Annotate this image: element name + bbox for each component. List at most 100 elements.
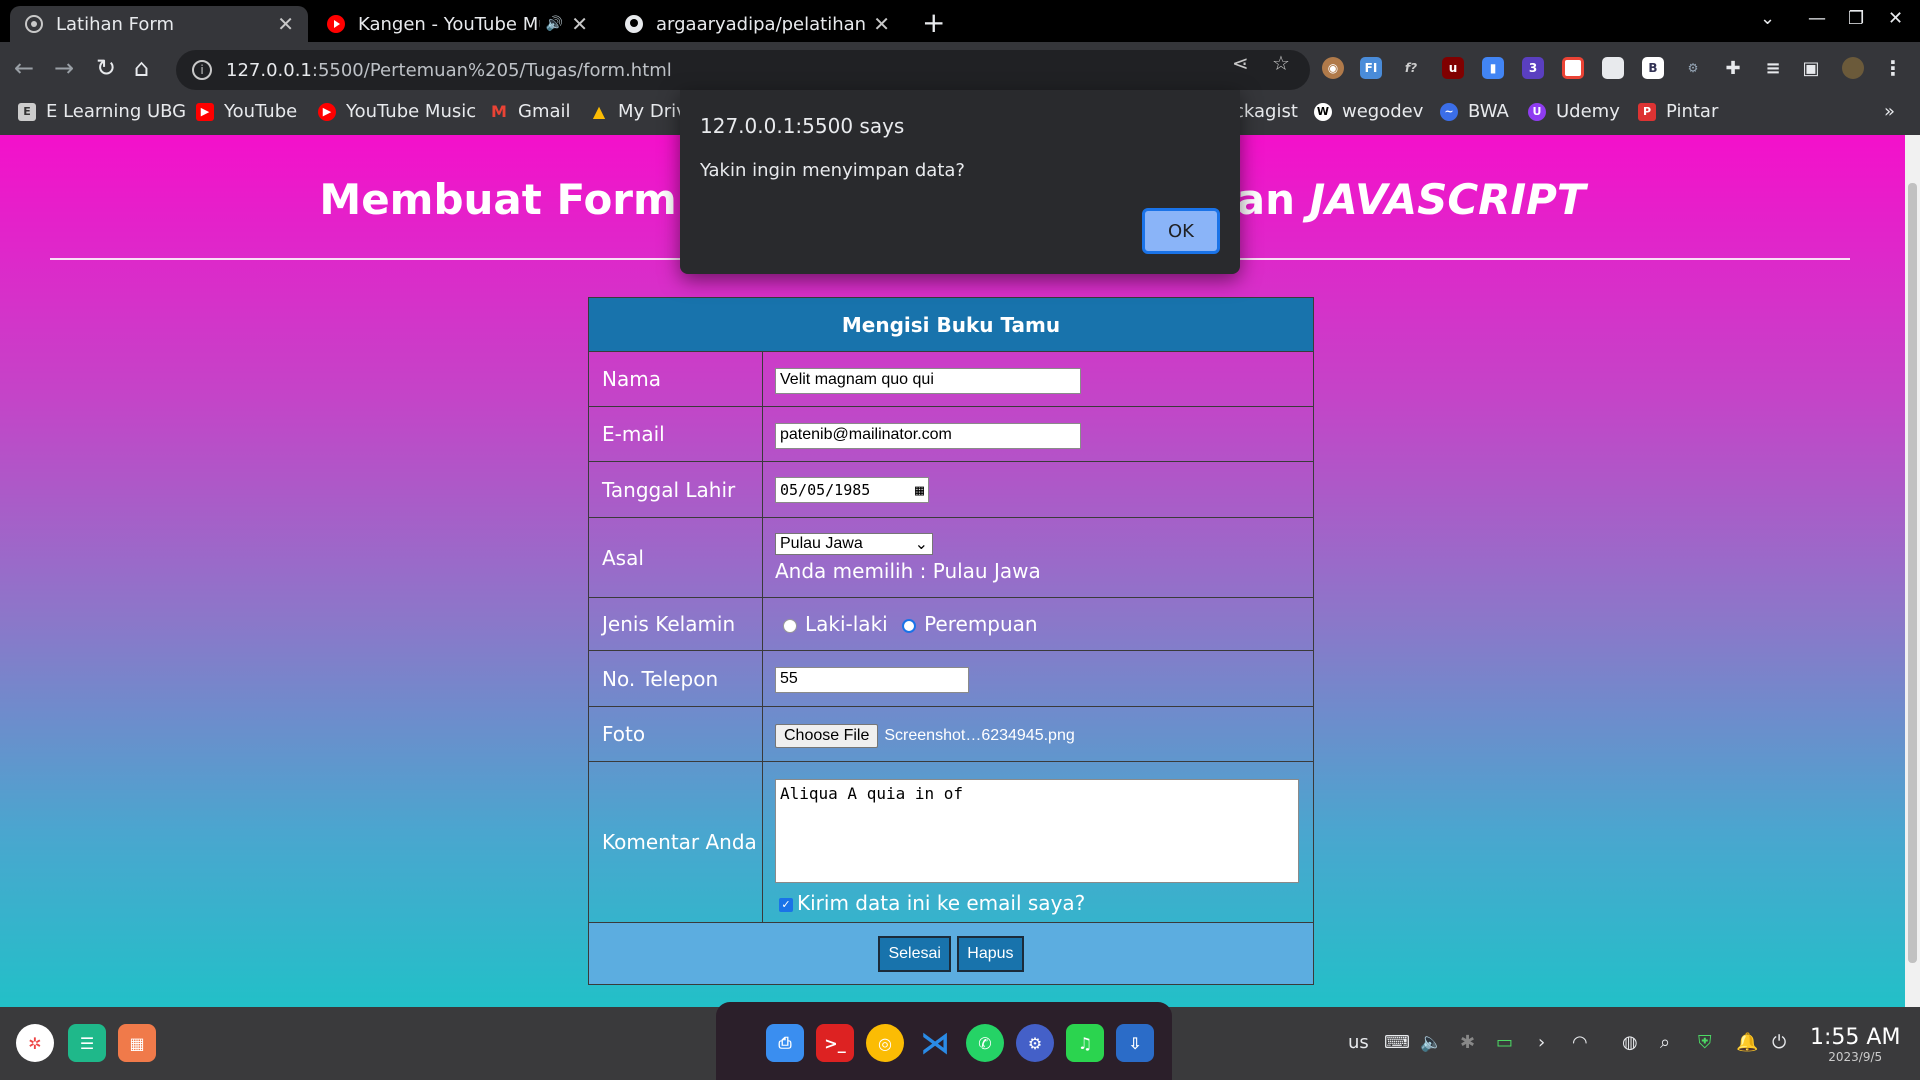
radio-perempuan[interactable] xyxy=(902,618,917,633)
extension-b-icon[interactable]: B xyxy=(1642,57,1664,79)
side-panel-icon[interactable]: ▣ xyxy=(1800,57,1822,79)
extension-ublock-icon[interactable]: u xyxy=(1442,57,1464,79)
tab-youtube-music[interactable]: Kangen - YouTube Music 🔊 ✕ xyxy=(312,6,602,42)
close-window-icon[interactable]: ✕ xyxy=(1888,8,1903,29)
power-icon[interactable]: ⏻ xyxy=(1772,1032,1786,1053)
battery-icon[interactable]: ▭ xyxy=(1496,1032,1513,1053)
nama-input[interactable]: Velit magnam quo qui xyxy=(775,367,1081,394)
bookmark-youtube-music[interactable]: ▶ YouTube Music xyxy=(318,101,476,122)
more-bookmarks-icon[interactable]: » xyxy=(1884,101,1895,122)
nama-label: Nama xyxy=(588,351,763,407)
address-bar[interactable]: i 127.0.0.1:5500/Pertemuan%205/Tugas/for… xyxy=(176,50,1310,90)
clock[interactable]: 1:55 AM 2023/9/5 xyxy=(1810,1025,1900,1064)
bookmark-wegodev[interactable]: Wwegodev xyxy=(1314,101,1423,122)
tab-latihan-form[interactable]: Latihan Form ✕ xyxy=(10,6,308,42)
close-tab-icon[interactable]: ✕ xyxy=(277,12,294,36)
pintar-icon: P xyxy=(1638,102,1656,121)
extensions-puzzle-icon[interactable]: ✚ xyxy=(1722,57,1744,79)
media-queue-icon[interactable]: ≡ xyxy=(1762,57,1784,79)
elearning-icon: E xyxy=(18,102,36,121)
settings-icon[interactable]: ⚙ xyxy=(1016,1024,1054,1062)
tray-expand-icon[interactable]: › xyxy=(1538,1032,1545,1053)
downloader-icon[interactable]: ⇩ xyxy=(1116,1024,1154,1062)
tab-search-icon[interactable]: ⌄ xyxy=(1760,8,1775,29)
email-input[interactable]: patenib@mailinator.com xyxy=(775,422,1081,449)
bluetooth-icon[interactable]: ✱ xyxy=(1460,1032,1475,1053)
guestbook-form: Mengisi Buku Tamu Nama Velit magnam quo … xyxy=(588,297,1314,985)
kirim-email-checkbox[interactable]: ✓ xyxy=(779,897,793,912)
tanggal-lahir-input[interactable]: 05/05/1985 ▦ xyxy=(775,477,929,503)
bookmark-udemy[interactable]: U Udemy xyxy=(1528,101,1620,122)
calendar-icon[interactable]: ▦ xyxy=(915,481,924,499)
laki-laki-label: Laki-laki xyxy=(805,612,888,636)
radio-laki-laki[interactable] xyxy=(783,618,797,633)
back-icon[interactable]: ← xyxy=(14,54,34,82)
page-scrollbar[interactable] xyxy=(1905,135,1920,1007)
bookmark-bwa[interactable]: ~ BWA xyxy=(1440,101,1509,122)
new-tab-button[interactable]: + xyxy=(922,6,945,39)
extension-badge-icon[interactable]: 3 xyxy=(1522,57,1544,79)
tab-title: Kangen - YouTube Music xyxy=(358,13,540,35)
bookmark-label: YouTube xyxy=(224,101,298,122)
extension-fi-icon[interactable]: FI xyxy=(1360,57,1382,79)
music-player-icon[interactable]: ♫ xyxy=(1066,1024,1104,1062)
chrome-icon[interactable]: ◎ xyxy=(866,1024,904,1062)
tab-github[interactable]: argaaryadipa/pelatihanAn ✕ xyxy=(610,6,904,42)
extension-color-icon[interactable] xyxy=(1562,57,1584,79)
close-tab-icon[interactable]: ✕ xyxy=(571,12,588,36)
choose-file-button[interactable]: Choose File xyxy=(775,723,879,748)
tanggal-lahir-label: Tanggal Lahir xyxy=(588,461,763,518)
minimize-icon[interactable]: — xyxy=(1808,8,1826,29)
hapus-button[interactable]: Hapus xyxy=(957,935,1024,972)
forward-icon[interactable]: → xyxy=(54,54,74,82)
app-store-icon[interactable]: ⎙ xyxy=(766,1024,804,1062)
bookmark-star-icon[interactable]: ☆ xyxy=(1272,51,1290,75)
workspace-icon[interactable]: ▦ xyxy=(118,1024,156,1062)
selesai-button[interactable]: Selesai xyxy=(878,935,951,972)
multitask-view-icon[interactable]: ☰ xyxy=(68,1024,106,1062)
security-shield-icon[interactable]: ⛨ xyxy=(1698,1032,1712,1053)
notification-bell-icon[interactable]: 🔔 xyxy=(1736,1032,1758,1053)
reload-icon[interactable]: ↻ xyxy=(96,54,116,82)
home-icon[interactable]: ⌂ xyxy=(134,54,149,82)
bookmark-pintar[interactable]: P Pintar xyxy=(1638,101,1718,122)
bookmark-label: wegodev xyxy=(1342,101,1424,122)
bookmark-ckagist[interactable]: ckagist xyxy=(1234,101,1298,122)
system-monitor-icon[interactable]: ◍ xyxy=(1622,1032,1638,1053)
share-icon[interactable]: ⋖ xyxy=(1232,51,1249,75)
komentar-textarea[interactable]: Aliqua A quia in of xyxy=(775,779,1299,883)
vscode-icon[interactable]: ⋊ xyxy=(916,1024,954,1062)
menu-kebab-icon[interactable]: ⋮ xyxy=(1882,56,1904,80)
speaker-icon[interactable]: 🔊 xyxy=(546,16,563,32)
form-title: Mengisi Buku Tamu xyxy=(588,297,1314,352)
extension-owl-icon[interactable]: ◉ xyxy=(1322,57,1344,79)
whatsapp-icon[interactable]: ✆ xyxy=(966,1024,1004,1062)
extension-function-icon[interactable]: f? xyxy=(1400,57,1422,79)
extension-gear-icon[interactable]: ⚙ xyxy=(1682,57,1704,79)
volume-icon[interactable]: 🔈 xyxy=(1420,1032,1442,1053)
bookmark-youtube[interactable]: ▶ YouTube xyxy=(196,101,297,122)
telepon-input[interactable]: 55 xyxy=(775,667,969,693)
launcher-icon[interactable]: ✲ xyxy=(16,1024,54,1062)
clock-time: 1:55 AM xyxy=(1810,1025,1901,1050)
restore-icon[interactable]: ❐ xyxy=(1848,8,1864,29)
chevron-down-icon: ⌄ xyxy=(914,535,928,553)
github-icon xyxy=(624,14,644,34)
telepon-label: No. Telepon xyxy=(588,650,763,707)
search-icon[interactable]: ⌕ xyxy=(1660,1032,1670,1053)
profile-avatar[interactable] xyxy=(1842,57,1864,79)
terminal-icon[interactable]: >_ xyxy=(816,1024,854,1062)
asal-select[interactable]: Pulau Jawa ⌄ xyxy=(775,532,933,555)
scrollbar-thumb[interactable] xyxy=(1908,183,1917,963)
keyboard-icon[interactable]: ⌨ xyxy=(1384,1032,1410,1053)
close-tab-icon[interactable]: ✕ xyxy=(873,12,890,36)
extension-calendar-icon[interactable] xyxy=(1602,57,1624,79)
keyboard-layout[interactable]: us xyxy=(1348,1032,1369,1053)
asal-selected: Pulau Jawa xyxy=(780,534,863,552)
bookmark-gmail[interactable]: M Gmail xyxy=(490,101,570,122)
site-info-icon[interactable]: i xyxy=(192,60,212,80)
bookmark-elearning[interactable]: E E Learning UBG xyxy=(18,101,186,122)
wifi-icon[interactable]: ◠ xyxy=(1572,1032,1588,1053)
extension-docs-icon[interactable]: ▮ xyxy=(1482,57,1504,79)
ok-button[interactable]: OK xyxy=(1142,208,1220,254)
